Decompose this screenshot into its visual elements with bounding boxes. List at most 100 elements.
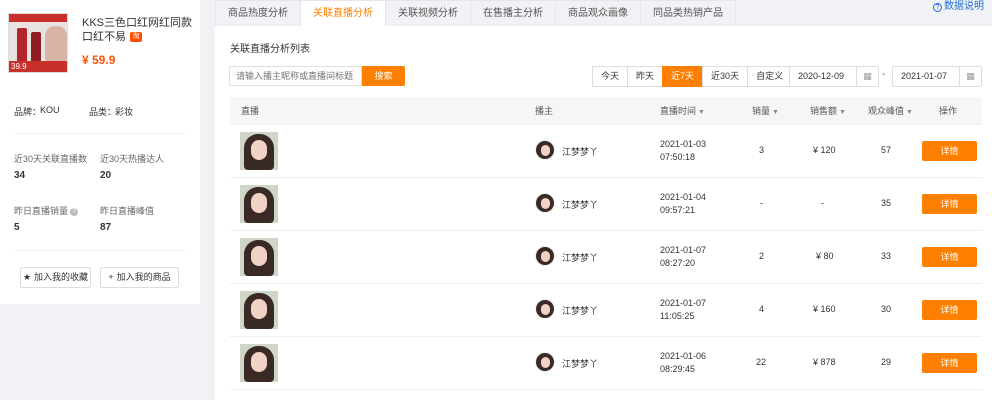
- add-favorite-label: 加入我的收藏: [34, 272, 89, 282]
- live-date: 2021-01-06: [660, 351, 707, 361]
- host-name[interactable]: 江梦梦丫: [562, 251, 598, 264]
- column-header-sales-label: 销量: [752, 106, 771, 116]
- calendar-icon: ▦: [856, 67, 878, 86]
- column-header-time[interactable]: 直播时间 ▼: [660, 97, 705, 125]
- product-image-banner: [9, 14, 67, 22]
- date-from-field[interactable]: 2020-12-09 ▦: [789, 66, 879, 87]
- live-time: 08:27:20: [660, 258, 696, 268]
- live-time: 11:05:25: [660, 311, 695, 321]
- table-row: 江梦梦丫 2021-01-03 07:50:18 3 ¥ 120 57 详情: [230, 125, 982, 178]
- host-name[interactable]: 江梦梦丫: [562, 198, 598, 211]
- table-row: 江梦梦丫 2021-01-07 11:05:25 4 ¥ 160 30 详情: [230, 284, 982, 337]
- sales-value: 2: [759, 251, 765, 261]
- help-icon[interactable]: ?: [70, 207, 79, 216]
- avatar[interactable]: [535, 140, 555, 160]
- sort-icon: ▼: [772, 109, 779, 116]
- tab-audience-profile[interactable]: 商品观众画像: [555, 0, 641, 26]
- add-favorite-button[interactable]: ★ 加入我的收藏: [20, 267, 91, 288]
- range-7days-button[interactable]: 近7天: [662, 66, 704, 87]
- sort-icon: ▼: [698, 109, 705, 116]
- divider: [14, 250, 186, 251]
- live-thumbnail[interactable]: [240, 344, 278, 382]
- live-thumbnail[interactable]: [240, 185, 278, 223]
- live-time: 07:50:18: [660, 152, 696, 162]
- detail-button[interactable]: 详情: [922, 300, 977, 320]
- column-header-amount-label: 销售额: [810, 106, 838, 116]
- column-header-peak-label: 观众峰值: [868, 106, 905, 116]
- table-row: 江梦梦丫 2021-01-06 08:29:45 22 ¥ 878 29 详情: [230, 337, 982, 390]
- sales-value: 22: [756, 357, 767, 367]
- live-thumbnail[interactable]: [240, 132, 278, 170]
- search-button[interactable]: 搜索: [362, 66, 405, 86]
- host-name[interactable]: 江梦梦丫: [562, 145, 598, 158]
- table-header: 直播 播主 直播时间 ▼ 销量 ▼ 销售额 ▼ 观众峰值 ▼ 操作: [230, 97, 982, 125]
- live-analysis-table: 直播 播主 直播时间 ▼ 销量 ▼ 销售额 ▼ 观众峰值 ▼ 操作 江梦梦丫 2021-…: [230, 97, 982, 390]
- add-my-goods-button[interactable]: + 加入我的商品: [100, 267, 179, 288]
- tab-live-analysis[interactable]: 关联直播分析: [300, 0, 386, 27]
- product-image[interactable]: 39.9: [8, 13, 68, 73]
- brand-value: KOU: [40, 105, 60, 115]
- section-title: 关联直播分析列表: [230, 44, 310, 55]
- model-shape: [45, 26, 67, 62]
- lipstick-shape: [17, 28, 27, 62]
- detail-button[interactable]: 详情: [922, 194, 977, 214]
- live-thumbnail[interactable]: [240, 238, 278, 276]
- detail-button[interactable]: 详情: [922, 353, 977, 373]
- detail-button[interactable]: 详情: [922, 247, 977, 267]
- thumbnail-shape: [251, 193, 267, 213]
- stat-value: 87: [100, 222, 112, 233]
- thumbnail-shape: [251, 352, 267, 372]
- main-content: 关联直播分析列表 搜索 今天 昨天 近7天 近30天 自定义 2020-12-0…: [215, 26, 992, 400]
- calendar-icon: ▦: [959, 67, 981, 86]
- stat-value: 34: [14, 170, 26, 181]
- avatar[interactable]: [535, 246, 555, 266]
- column-header-action: 操作: [939, 106, 958, 116]
- sales-value: -: [760, 198, 763, 208]
- avatar[interactable]: [535, 193, 555, 213]
- avatar-shape: [541, 304, 550, 315]
- live-date: 2021-01-04: [660, 192, 707, 202]
- column-header-live: 直播: [241, 106, 260, 116]
- date-range-group: 今天 昨天 近7天 近30天 自定义: [592, 66, 793, 87]
- tab-hot-products[interactable]: 同品类热销产品: [640, 0, 736, 26]
- live-date: 2021-01-07: [660, 298, 707, 308]
- range-30days-button[interactable]: 近30天: [702, 66, 749, 87]
- sort-icon: ▼: [839, 109, 846, 116]
- sales-value: 3: [759, 145, 765, 155]
- product-title[interactable]: KKS三色口红网红同款口红不易淘: [82, 16, 194, 44]
- avatar[interactable]: [535, 352, 555, 372]
- stat-label: 近30天关联直播数: [14, 154, 88, 164]
- peak-value: 33: [881, 251, 892, 261]
- data-help-link[interactable]: ? 数据说明: [933, 0, 984, 14]
- brand-label: 品牌：: [14, 107, 42, 117]
- table-row: 江梦梦丫 2021-01-04 09:57:21 - - 35 详情: [230, 178, 982, 231]
- range-yesterday-button[interactable]: 昨天: [627, 66, 664, 87]
- tab-heat-analysis[interactable]: 商品热度分析: [215, 0, 301, 26]
- column-header-sales[interactable]: 销量 ▼: [752, 97, 779, 125]
- amount-value: ¥ 160: [813, 304, 836, 314]
- product-image-price: 39.9: [9, 61, 67, 72]
- stat-value: 5: [14, 222, 20, 233]
- live-time: 08:29:45: [660, 364, 696, 374]
- detail-button[interactable]: 详情: [922, 141, 977, 161]
- divider: [14, 133, 186, 134]
- avatar-shape: [541, 357, 550, 368]
- tab-video-analysis[interactable]: 关联视频分析: [385, 0, 471, 26]
- date-to-field[interactable]: 2021-01-07 ▦: [892, 66, 982, 87]
- live-thumbnail[interactable]: [240, 291, 278, 329]
- search-input[interactable]: [229, 66, 362, 86]
- column-header-amount[interactable]: 销售额 ▼: [810, 97, 846, 125]
- column-header-peak[interactable]: 观众峰值 ▼: [868, 97, 913, 125]
- avatar[interactable]: [535, 299, 555, 319]
- sales-value: 4: [759, 304, 765, 314]
- range-custom-button[interactable]: 自定义: [747, 66, 793, 87]
- tab-seller-analysis[interactable]: 在售播主分析: [470, 0, 556, 26]
- product-price: ¥ 59.9: [82, 53, 116, 67]
- host-name[interactable]: 江梦梦丫: [562, 357, 598, 370]
- plus-icon: +: [108, 272, 114, 282]
- stat-label: 昨日直播销量?: [14, 204, 79, 217]
- product-panel: 39.9 KKS三色口红网红同款口红不易淘 ¥ 59.9 品牌： KOU 品类：…: [0, 0, 200, 304]
- range-today-button[interactable]: 今天: [592, 66, 629, 87]
- column-header-time-label: 直播时间: [660, 106, 697, 116]
- host-name[interactable]: 江梦梦丫: [562, 304, 598, 317]
